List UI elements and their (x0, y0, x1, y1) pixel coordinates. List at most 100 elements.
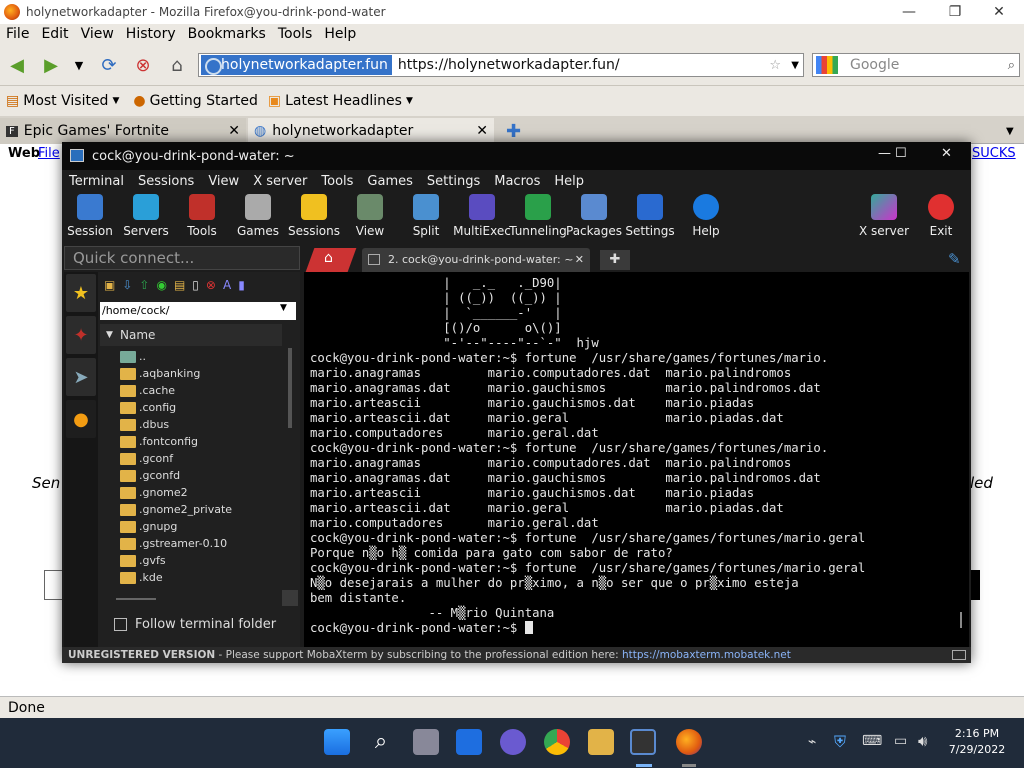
file-row[interactable]: .gnupg (120, 518, 177, 535)
multiexec-button[interactable]: MultiExec (452, 194, 512, 238)
stop-icon[interactable]: ⊗ (132, 54, 154, 76)
file-row[interactable]: .fontconfig (120, 433, 198, 450)
tab-holynetworkadapter[interactable]: ◍ holynetworkadapter ✕ (248, 118, 494, 144)
menu-view[interactable]: View (75, 26, 120, 42)
menu-edit[interactable]: Edit (35, 26, 74, 42)
tools-button[interactable]: Tools (172, 194, 232, 238)
servers-button[interactable]: Servers (116, 194, 176, 238)
volume-icon[interactable]: 🔊︎ (918, 732, 927, 750)
url-dropdown-icon[interactable]: ▼ (791, 60, 799, 71)
menu-macros[interactable]: Macros (487, 174, 547, 189)
bookmark-getting-started[interactable]: Getting Started (150, 93, 258, 109)
site-identity[interactable]: holynetworkadapter.fun (201, 55, 392, 75)
firefox-taskbar-icon[interactable] (676, 729, 702, 755)
security-icon[interactable]: ⛨ (834, 732, 846, 752)
session-tab-close-icon[interactable]: ✕ (575, 248, 584, 272)
menu-settings[interactable]: Settings (420, 174, 487, 189)
google-icon[interactable] (816, 56, 838, 74)
xserver-button[interactable]: X server (854, 194, 914, 238)
search-icon[interactable]: ⌕ (1008, 58, 1015, 73)
page-file-link[interactable]: File (38, 146, 60, 161)
tab-close-icon[interactable]: ✕ (476, 123, 488, 139)
menu-tools[interactable]: Tools (314, 174, 360, 189)
bookmark-most-visited[interactable]: Most Visited (23, 93, 108, 109)
split-button[interactable]: Split (396, 194, 456, 238)
clock[interactable]: 2:16 PM 7/29/2022 (944, 726, 1010, 758)
upload-icon[interactable]: ⇧ (139, 278, 149, 296)
chrome-icon[interactable] (544, 729, 570, 755)
start-icon[interactable] (324, 729, 350, 755)
file-row[interactable]: .gnome2_private (120, 501, 232, 518)
restore-icon[interactable]: ❐ (932, 0, 978, 24)
tunneling-button[interactable]: Tunneling (508, 194, 568, 238)
reload-icon[interactable]: ⟳ (98, 54, 120, 76)
quick-connect-input[interactable]: Quick connect... (64, 246, 300, 270)
history-dropdown-icon[interactable]: ▼ (68, 54, 90, 76)
monitor-icon[interactable] (952, 650, 966, 660)
packages-button[interactable]: Packages (564, 194, 624, 238)
follow-terminal-checkbox[interactable]: Follow terminal folder (114, 617, 276, 632)
new-file-icon[interactable]: ▯ (192, 278, 199, 296)
file-row[interactable]: .config (120, 399, 176, 416)
delete-icon[interactable]: ⊗ (206, 278, 216, 296)
menu-tools[interactable]: Tools (272, 26, 319, 42)
network-icon[interactable]: ⌁ (808, 734, 816, 750)
menu-file[interactable]: File (0, 26, 35, 42)
mobaxterm-taskbar-icon[interactable] (630, 729, 656, 755)
macros-side-icon[interactable]: ● (66, 400, 96, 438)
search-box[interactable]: Google ⌕ (812, 53, 1020, 77)
file-list-scrollbar[interactable] (288, 348, 292, 428)
file-row[interactable]: .dbus (120, 416, 169, 433)
file-row[interactable]: .. (120, 348, 146, 365)
tools-side-icon[interactable]: ✦ (66, 316, 96, 354)
file-row[interactable]: .gconf (120, 450, 173, 467)
tab-close-icon[interactable]: ✕ (228, 123, 240, 139)
file-row[interactable]: .gnome2 (120, 484, 188, 501)
exit-button[interactable]: Exit (911, 194, 971, 238)
sessions-button[interactable]: Sessions (284, 194, 344, 238)
menu-view[interactable]: View (201, 174, 246, 189)
file-row[interactable]: .gstreamer-0.10 (120, 535, 227, 552)
url-bar[interactable]: holynetworkadapter.fun https://holynetwo… (198, 53, 804, 77)
widgets-icon[interactable] (456, 729, 482, 755)
session-button[interactable]: Session (60, 194, 120, 238)
session-tab[interactable]: 2. cock@you-drink-pond-water: ~ ✕ (362, 248, 590, 272)
tab-list-icon[interactable]: ▼ (1000, 118, 1014, 144)
back-icon[interactable]: ◀ (6, 54, 28, 76)
new-tab-icon[interactable]: ✚ (500, 118, 521, 144)
page-sucks-link[interactable]: SUCKS (972, 146, 1016, 161)
display-icon[interactable]: ▭ (894, 733, 907, 749)
name-column-header[interactable]: ▼ Name (100, 324, 282, 346)
file-row[interactable]: .gconfd (120, 467, 180, 484)
sftp-side-icon[interactable]: ➤ (66, 358, 96, 396)
menu-terminal[interactable]: Terminal (62, 174, 131, 189)
permissions-icon[interactable]: ▮ (238, 278, 245, 296)
sessions-star-icon[interactable]: ★ (66, 274, 96, 312)
menu-help[interactable]: Help (318, 26, 362, 42)
task-view-icon[interactable] (413, 729, 439, 755)
moba-maximize-icon[interactable]: ☐ (895, 146, 907, 161)
up-folder-icon[interactable]: ▣ (104, 278, 115, 296)
file-row[interactable]: .cache (120, 382, 175, 399)
mobatek-link[interactable]: https://mobaxterm.mobatek.net (622, 649, 791, 661)
menu-help[interactable]: Help (547, 174, 591, 189)
terminal-output[interactable]: | _._ ._D90| | ((_)) ((_)) | | `______-'… (304, 272, 969, 649)
file-row[interactable]: .aqbanking (120, 365, 200, 382)
home-icon[interactable]: ⌂ (166, 54, 188, 76)
search-icon[interactable]: ⌕ (368, 729, 394, 755)
bookmark-latest-headlines[interactable]: Latest Headlines (285, 93, 402, 109)
settings-button[interactable]: Settings (620, 194, 680, 238)
url-text[interactable]: https://holynetworkadapter.fun/ (392, 57, 620, 73)
menu-xserver[interactable]: X server (246, 174, 314, 189)
moba-minimize-icon[interactable]: — (878, 146, 891, 161)
minimize-icon[interactable]: — (886, 0, 932, 24)
new-session-tab-icon[interactable]: ✚ (600, 250, 630, 270)
menu-games[interactable]: Games (360, 174, 419, 189)
moba-close-icon[interactable]: ✕ (941, 146, 952, 161)
download-icon[interactable]: ⇩ (122, 278, 132, 296)
tab-fortnite[interactable]: F Epic Games' Fortnite ✕ (0, 118, 246, 144)
checkbox[interactable] (114, 618, 127, 631)
file-row[interactable]: .kde (120, 569, 163, 586)
terminal-scrollbar[interactable] (960, 612, 962, 628)
menu-history[interactable]: History (120, 26, 182, 42)
